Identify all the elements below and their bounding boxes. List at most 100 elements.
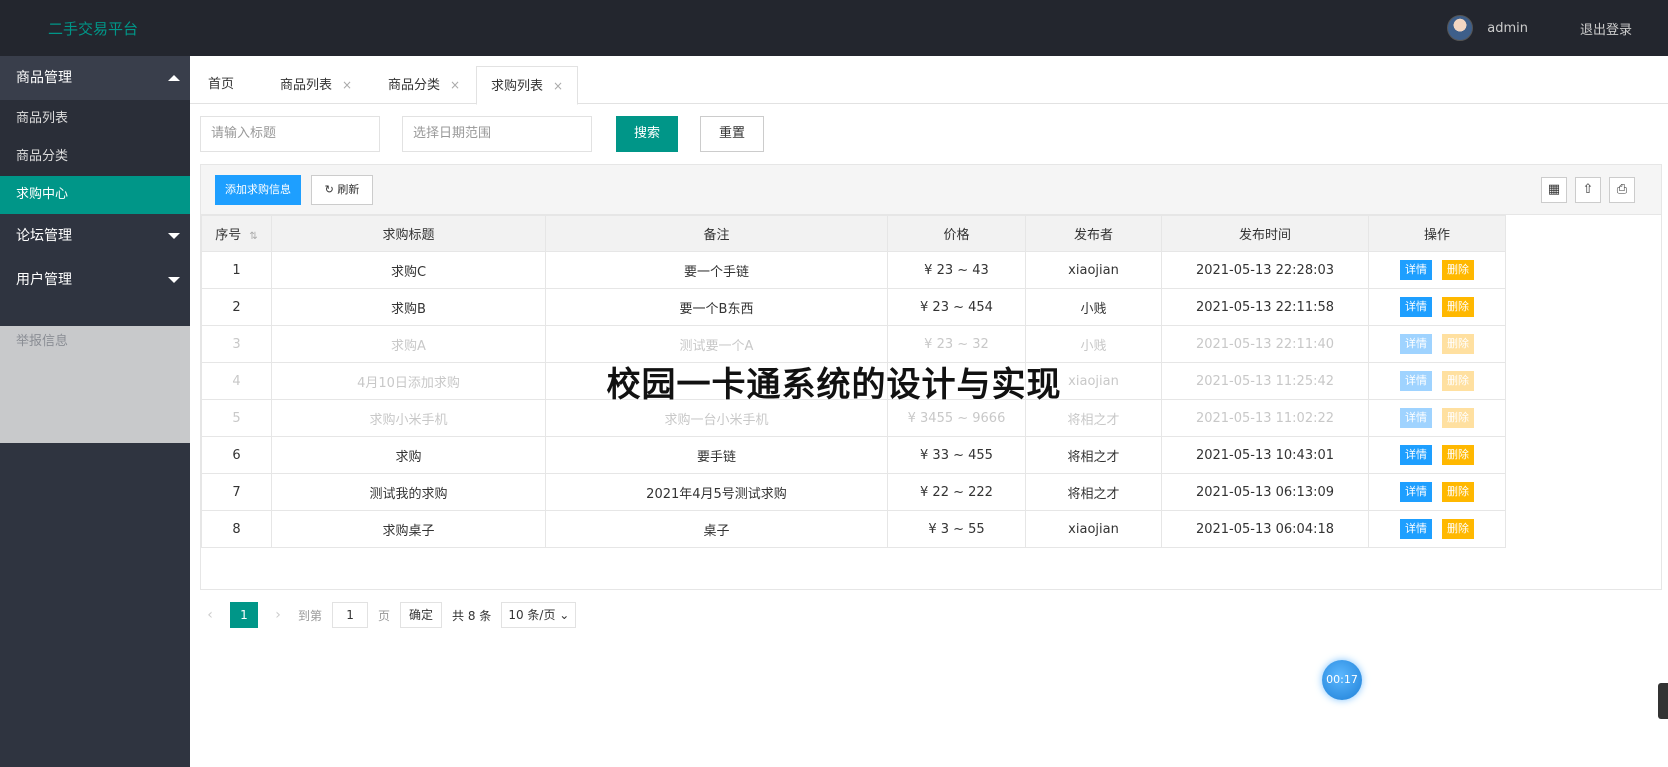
user-avatar[interactable] [1447,15,1474,41]
cell-title: 求购B [271,288,546,326]
tab-wanted-list[interactable]: 求购列表 × [476,66,579,105]
goto-confirm-button[interactable]: 确定 [400,602,443,628]
sidebar-group-users[interactable]: 用户管理 [0,258,190,302]
table-row: 1 求购C 要一个手链 ¥ 23 ~ 43 xiaojian 2021-05-1… [201,251,1506,289]
delete-button[interactable]: 删除 [1442,445,1474,465]
sidebar-group-goods[interactable]: 商品管理 [0,56,190,100]
export-icon[interactable]: ⇧ [1575,177,1601,203]
cell-price: ¥ 3 ~ 55 [887,510,1026,548]
reset-button[interactable]: 重置 [700,116,764,152]
refresh-label: 刷新 [337,183,360,196]
page-current[interactable]: 1 [230,602,258,628]
username[interactable]: admin [1487,21,1528,36]
detail-button[interactable]: 详情 [1400,297,1432,317]
delete-button[interactable]: 删除 [1442,482,1474,502]
cell-title: 测试我的求购 [271,473,546,511]
col-header: 价格 [887,215,1026,252]
tab-home[interactable]: 首页 [208,66,234,104]
columns-icon[interactable]: ▦ [1541,177,1567,203]
cell-price: ¥ 33 ~ 455 [887,436,1026,474]
tab-goods-category[interactable]: 商品分类 × [388,66,460,104]
search-button[interactable]: 搜索 [616,116,678,152]
cell-title: 求购 [271,436,546,474]
table-toolbar: 添加求购信息 ↻ 刷新 ▦ ⇧ ⎙ [201,165,1661,215]
title-search-input[interactable]: 请输入标题 [200,116,380,152]
sidebar-group-label: 用户管理 [16,272,72,288]
cell-price: ¥ 23 ~ 454 [887,288,1026,326]
table-row: 2 求购B 要一个B东西 ¥ 23 ~ 454 小贱 2021-05-13 22… [201,288,1506,326]
sort-icon[interactable]: ⇅ [249,231,257,242]
tab-label: 求购列表 [491,79,544,94]
tab-bar: 首页 商品列表 × 商品分类 × 求购列表 × [190,56,1668,105]
refresh-icon: ↻ [324,183,334,196]
delete-button[interactable]: 删除 [1442,334,1474,354]
refresh-button[interactable]: ↻ 刷新 [311,175,373,205]
col-header[interactable]: 序号 ⇅ [201,215,272,252]
tab-goods-list[interactable]: 商品列表 × [280,66,352,104]
tab-label: 商品列表 [280,78,333,93]
cell-time: 2021-05-13 06:13:09 [1161,473,1369,511]
cell-time: 2021-05-13 22:11:58 [1161,288,1369,326]
sidebar-item-reports[interactable]: 举报信息 [16,330,68,349]
tab-label: 商品分类 [388,78,441,93]
cell-publisher: 将相之才 [1025,473,1162,511]
detail-button[interactable]: 详情 [1400,519,1432,539]
col-header: 发布者 [1025,215,1162,252]
date-range-input[interactable]: 选择日期范围 [402,116,592,152]
col-header: 操作 [1368,215,1506,252]
cell-note: 2021年4月5号测试求购 [545,473,888,511]
detail-button[interactable]: 详情 [1400,260,1432,280]
detail-button[interactable]: 详情 [1400,482,1432,502]
sidebar-group-label: 商品管理 [16,70,72,86]
side-drawer-handle[interactable] [1658,683,1668,719]
sidebar-group-forum[interactable]: 论坛管理 [0,214,190,258]
sidebar-item-wanted-center[interactable]: 求购中心 [0,176,190,214]
goto-label: 到第 [298,608,323,623]
close-icon[interactable]: × [553,79,563,93]
table-row: 6 求购 要手链 ¥ 33 ~ 455 将相之才 2021-05-13 10:4… [201,436,1506,474]
cell-actions: 详情 删除 [1368,288,1506,326]
add-wanted-button[interactable]: 添加求购信息 [215,175,301,205]
main-content: 首页 商品列表 × 商品分类 × 求购列表 × 请输入标题 选择日期范围 搜索 重置 … [190,56,1668,767]
chevron-down-icon: ⌄ [559,608,570,622]
total-count: 共 8 条 [452,608,492,623]
cell-actions: 详情 删除 [1368,510,1506,548]
cell-note: 要一个手链 [545,251,888,289]
col-header: 求购标题 [271,215,546,252]
delete-button[interactable]: 删除 [1442,408,1474,428]
app-logo[interactable]: 二手交易平台 [48,18,138,39]
detail-button[interactable]: 详情 [1400,334,1432,354]
sidebar-item-goods-list[interactable]: 商品列表 [0,100,190,138]
table-row: 8 求购桌子 桌子 ¥ 3 ~ 55 xiaojian 2021-05-13 0… [201,510,1506,548]
prev-page-icon[interactable]: ‹ [200,607,220,623]
page-unit-label: 页 [378,608,391,623]
cell-no: 2 [201,288,272,326]
search-bar: 请输入标题 选择日期范围 搜索 重置 [190,116,1668,156]
next-page-icon[interactable]: › [268,607,288,623]
col-header: 发布时间 [1161,215,1369,252]
delete-button[interactable]: 删除 [1442,297,1474,317]
tab-label: 首页 [208,77,235,92]
sidebar-item-goods-category[interactable]: 商品分类 [0,138,190,176]
print-icon[interactable]: ⎙ [1609,177,1635,203]
page-size-select[interactable]: 10 条/页 ⌄ [501,602,577,628]
detail-button[interactable]: 详情 [1400,408,1432,428]
cell-note: 桌子 [545,510,888,548]
cell-no: 7 [201,473,272,511]
cell-publisher: xiaojian [1025,510,1162,548]
delete-button[interactable]: 删除 [1442,260,1474,280]
col-header: 备注 [545,215,888,252]
timer-badge[interactable]: 00:17 [1322,660,1362,700]
cell-no: 6 [201,436,272,474]
logout-link[interactable]: 退出登录 [1580,19,1632,38]
cell-note: 要手链 [545,436,888,474]
chevron-down-icon [168,277,180,283]
close-icon[interactable]: × [342,78,352,92]
detail-button[interactable]: 详情 [1400,445,1432,465]
delete-button[interactable]: 删除 [1442,519,1474,539]
cell-publisher: 将相之才 [1025,436,1162,474]
goto-page-input[interactable]: 1 [332,602,369,628]
close-icon[interactable]: × [450,78,460,92]
cell-actions: 详情 删除 [1368,436,1506,474]
user-area: admin 退出登录 [1447,0,1668,56]
